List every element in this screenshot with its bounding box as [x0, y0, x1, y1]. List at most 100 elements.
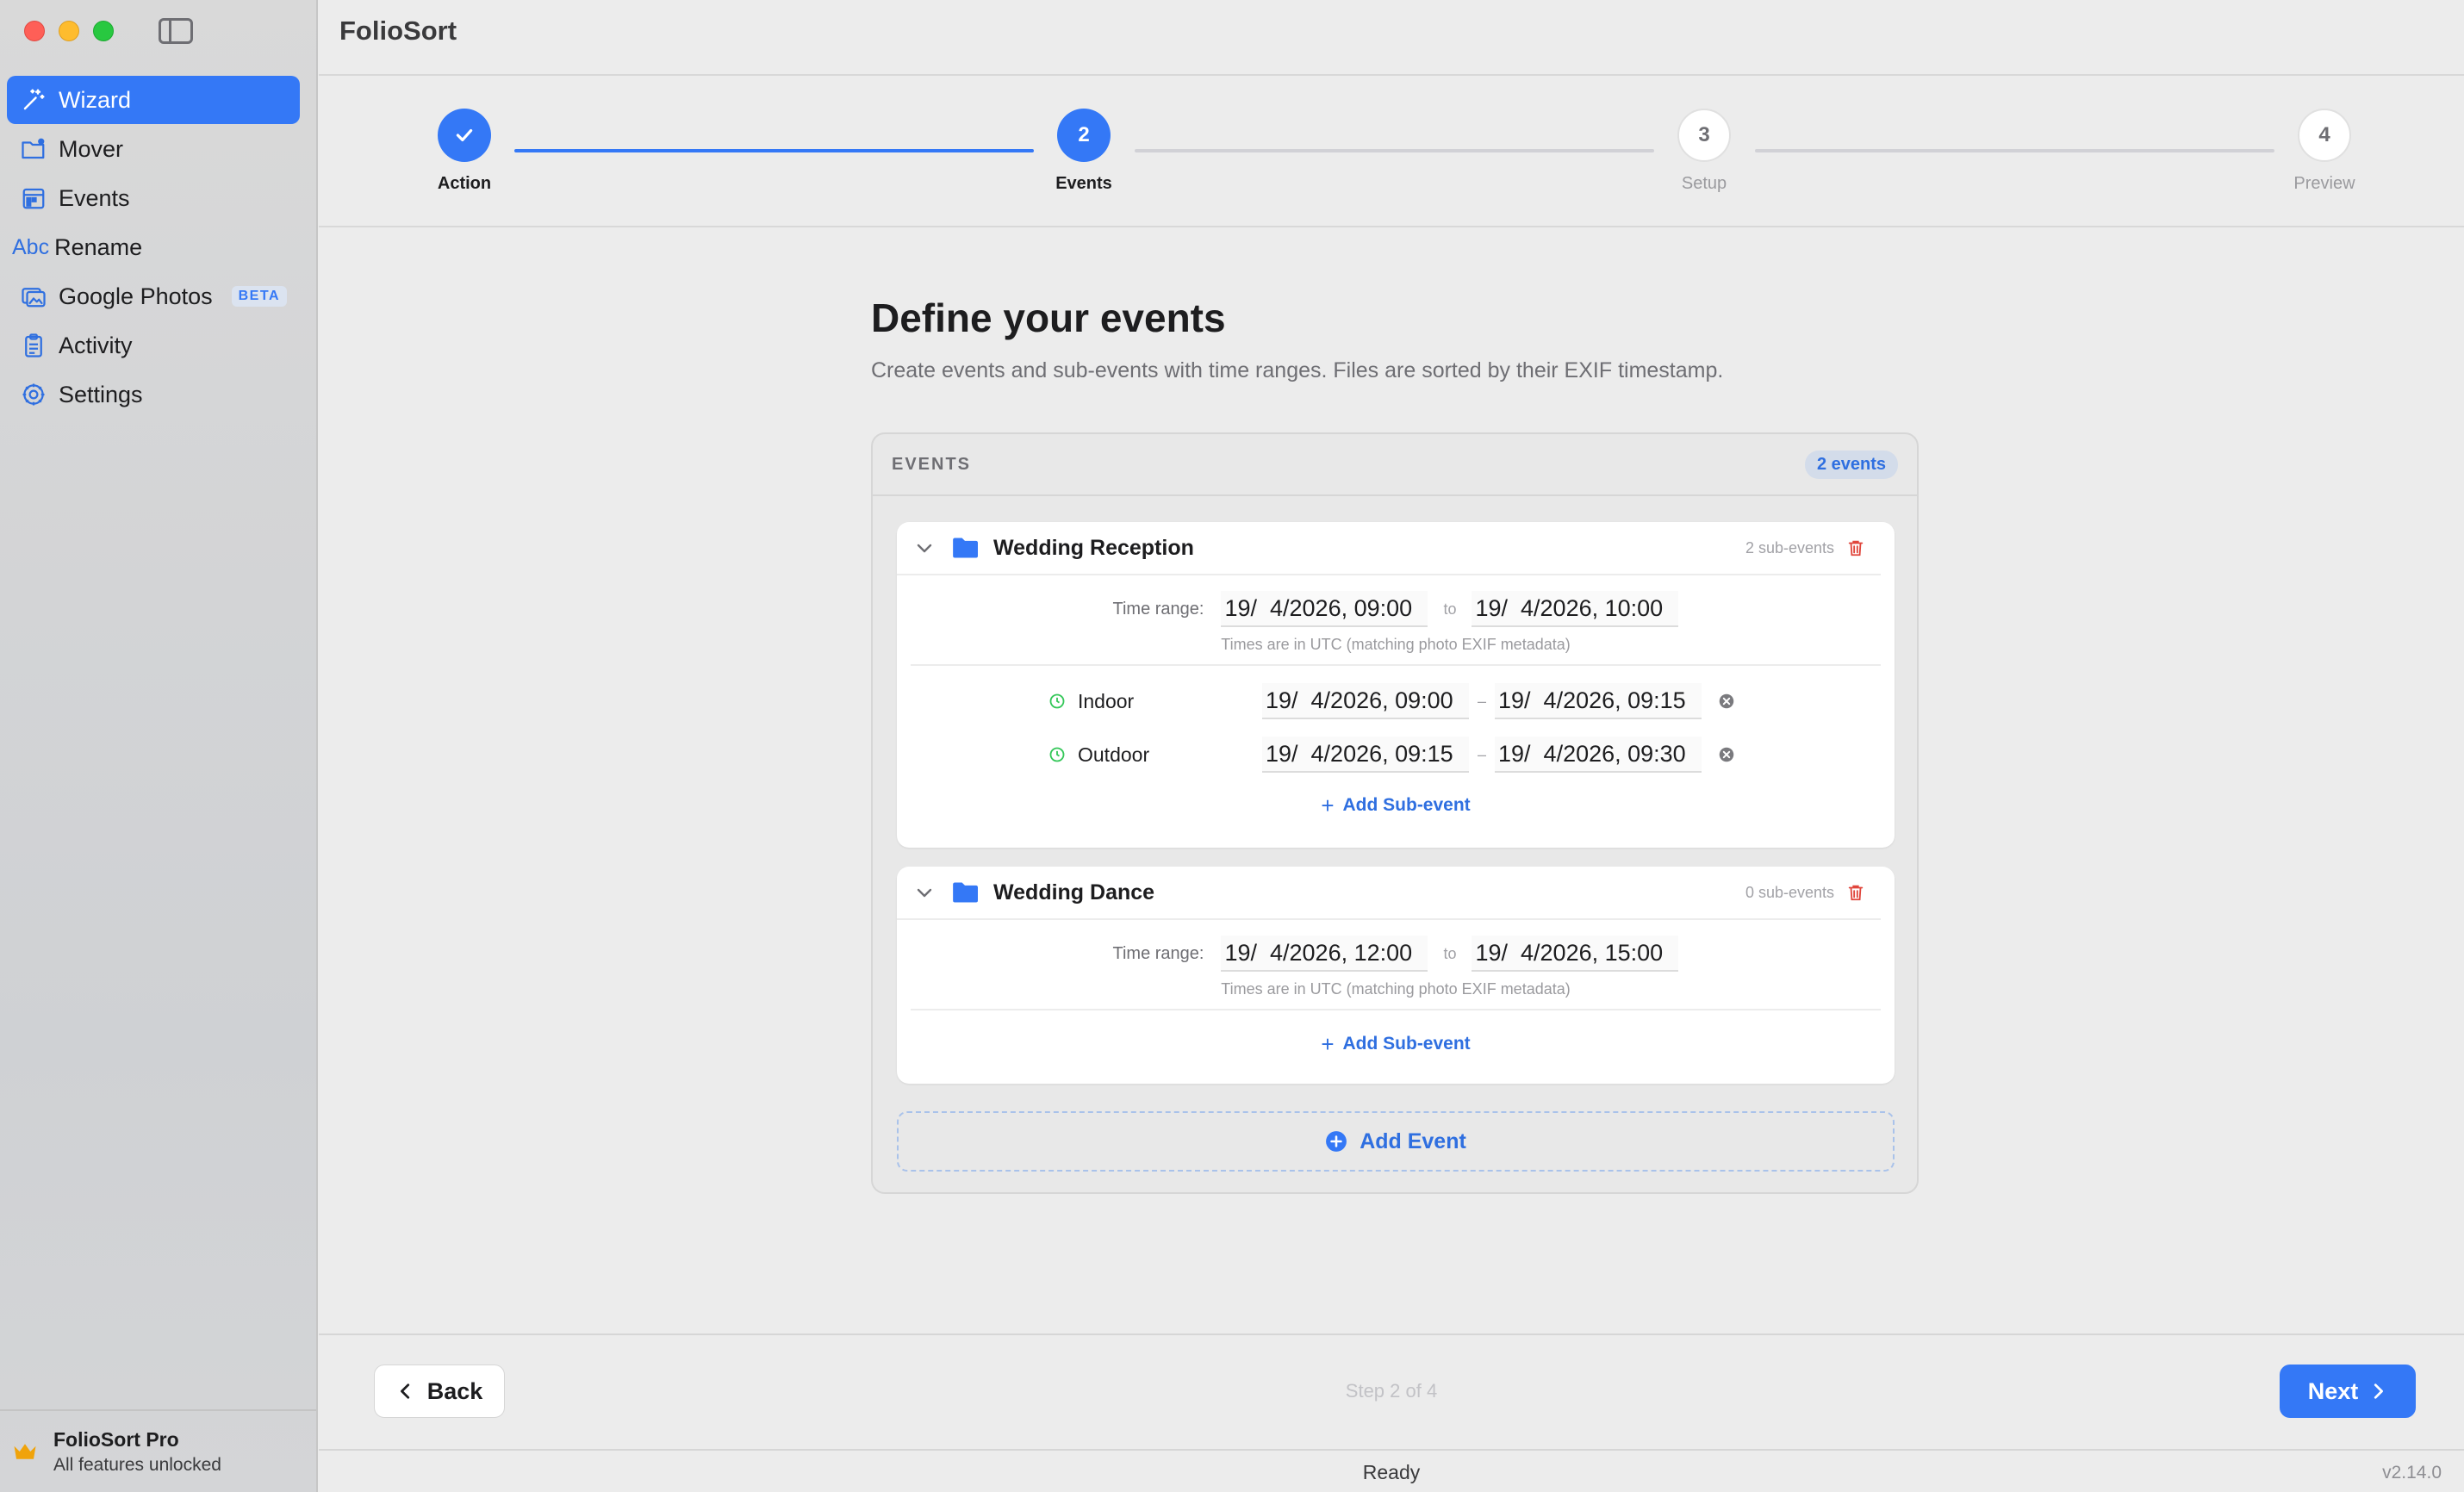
end-datetime-field[interactable] — [1472, 936, 1679, 972]
event-card: Wedding Dance 0 sub-events Time range: t… — [897, 867, 1895, 1084]
step-connector-3 — [1755, 149, 2274, 152]
add-event-button[interactable]: Add Event — [897, 1111, 1895, 1172]
add-event-label: Add Event — [1360, 1128, 1466, 1153]
step-label: Setup — [1681, 174, 1727, 193]
beta-badge: BETA — [231, 286, 287, 307]
sub-end-datetime-field[interactable] — [1495, 683, 1702, 719]
version-label: v2.14.0 — [2382, 1463, 2442, 1483]
step-setup[interactable]: 3 Setup — [1652, 109, 1756, 194]
sidebar-item-label: Rename — [54, 233, 143, 260]
next-button[interactable]: Next — [2280, 1365, 2416, 1418]
photos-icon — [19, 282, 48, 311]
clipboard-icon — [19, 331, 48, 360]
events-panel-title: EVENTS — [892, 454, 972, 474]
plus-circle-icon — [1326, 1131, 1347, 1152]
range-dash: – — [1478, 745, 1487, 763]
remove-circle-icon[interactable] — [1717, 745, 1736, 764]
sidebar-item-wizard[interactable]: Wizard — [7, 76, 300, 124]
sidebar-item-events[interactable]: Events — [7, 174, 300, 222]
trash-icon[interactable] — [1846, 883, 1865, 902]
start-datetime-field[interactable] — [1221, 591, 1428, 627]
main-content: FolioSort Action 2 Events 3 Setup 4 Prev… — [319, 0, 2464, 1492]
sidebar-item-mover[interactable]: Mover — [7, 125, 300, 173]
sub-event-row: Indoor – — [897, 675, 1895, 728]
close-window-button[interactable] — [24, 21, 45, 41]
zoom-window-button[interactable] — [93, 21, 114, 41]
chevron-down-icon[interactable] — [914, 882, 935, 903]
sidebar-nav: Wizard Mover Events Abc Rename Google Ph… — [7, 76, 300, 420]
sub-event-count: 2 sub-events — [1745, 538, 1834, 556]
to-label: to — [1443, 944, 1457, 962]
end-datetime-field[interactable] — [1472, 591, 1679, 627]
sidebar-item-rename[interactable]: Abc Rename — [7, 223, 300, 271]
event-header: Wedding Dance 0 sub-events — [897, 867, 1881, 920]
minimize-window-button[interactable] — [59, 21, 79, 41]
window-controls — [24, 21, 114, 41]
step-connector-1 — [514, 149, 1034, 152]
clock-icon — [1049, 747, 1065, 762]
step-preview[interactable]: 4 Preview — [2273, 109, 2376, 194]
sidebar-item-google-photos[interactable]: Google Photos BETA — [7, 272, 300, 320]
event-name[interactable]: Wedding Dance — [993, 880, 1745, 905]
plus-icon: + — [1321, 1030, 1335, 1057]
trash-icon[interactable] — [1846, 538, 1865, 557]
wizard-stepper: Action 2 Events 3 Setup 4 Preview — [319, 76, 2464, 227]
utc-note: Times are in UTC (matching photo EXIF me… — [911, 980, 1881, 1010]
events-panel-header: EVENTS 2 events — [873, 434, 1917, 496]
crown-icon — [14, 1444, 36, 1459]
checkmark-icon — [438, 109, 491, 162]
event-header: Wedding Reception 2 sub-events — [897, 522, 1881, 575]
sub-start-datetime-field[interactable] — [1262, 683, 1469, 719]
step-label: Preview — [2293, 174, 2355, 193]
event-card: Wedding Reception 2 sub-events Time rang… — [897, 522, 1895, 848]
step-number: 2 — [1057, 109, 1111, 162]
page-subtitle: Create events and sub-events with time r… — [871, 358, 1724, 382]
clock-icon — [1049, 693, 1065, 709]
sidebar-item-label: Events — [59, 184, 130, 211]
remove-circle-icon[interactable] — [1717, 692, 1736, 711]
sub-end-datetime-field[interactable] — [1495, 737, 1702, 773]
status-text: Ready — [1362, 1461, 1421, 1483]
sidebar: Wizard Mover Events Abc Rename Google Ph… — [0, 0, 318, 1492]
status-bar: Ready v2.14.0 — [319, 1449, 2464, 1492]
add-sub-event-label: Add Sub-event — [1342, 795, 1471, 815]
app-title: FolioSort — [339, 16, 457, 46]
magic-wand-icon — [19, 85, 48, 115]
sidebar-item-settings[interactable]: Settings — [7, 370, 300, 419]
sidebar-toggle-icon[interactable] — [159, 18, 193, 44]
utc-note: Times are in UTC (matching photo EXIF me… — [911, 636, 1881, 666]
pro-title: FolioSort Pro — [53, 1427, 179, 1451]
event-name[interactable]: Wedding Reception — [993, 536, 1745, 561]
pro-subtitle: All features unlocked — [53, 1454, 221, 1475]
sidebar-item-activity[interactable]: Activity — [7, 321, 300, 370]
add-sub-event-button[interactable]: + Add Sub-event — [897, 1010, 1895, 1078]
time-range-row: Time range: to — [897, 575, 1895, 636]
step-indicator: Step 2 of 4 — [1345, 1380, 1438, 1402]
step-number: 4 — [2298, 109, 2351, 162]
events-panel: EVENTS 2 events Wedding Reception 2 sub-… — [871, 432, 1919, 1194]
sidebar-item-label: Settings — [59, 381, 143, 407]
sidebar-item-label: Wizard — [59, 86, 132, 113]
folder-move-icon — [19, 134, 48, 164]
chevron-down-icon[interactable] — [914, 538, 935, 558]
gear-icon — [19, 380, 48, 409]
step-number: 3 — [1677, 109, 1731, 162]
sub-event-name[interactable]: Outdoor — [1078, 743, 1262, 767]
sub-start-datetime-field[interactable] — [1262, 737, 1469, 773]
abc-text-icon: Abc — [12, 234, 50, 259]
folder-icon — [953, 538, 978, 558]
plus-icon: + — [1321, 792, 1335, 818]
add-sub-event-label: Add Sub-event — [1342, 1034, 1471, 1054]
step-events[interactable]: 2 Events — [1032, 109, 1136, 194]
sidebar-item-label: Mover — [59, 135, 124, 162]
step-label: Action — [437, 174, 492, 193]
title-bar: FolioSort — [319, 0, 2464, 76]
time-range-row: Time range: to — [897, 920, 1895, 980]
sub-event-name[interactable]: Indoor — [1078, 690, 1262, 713]
events-count-badge: 2 events — [1804, 450, 1898, 479]
step-action[interactable]: Action — [413, 109, 516, 194]
sub-event-row: Outdoor – — [897, 728, 1895, 781]
wizard-footer: Back Step 2 of 4 Next — [319, 1333, 2464, 1449]
add-sub-event-button[interactable]: + Add Sub-event — [897, 781, 1895, 830]
start-datetime-field[interactable] — [1221, 936, 1428, 972]
